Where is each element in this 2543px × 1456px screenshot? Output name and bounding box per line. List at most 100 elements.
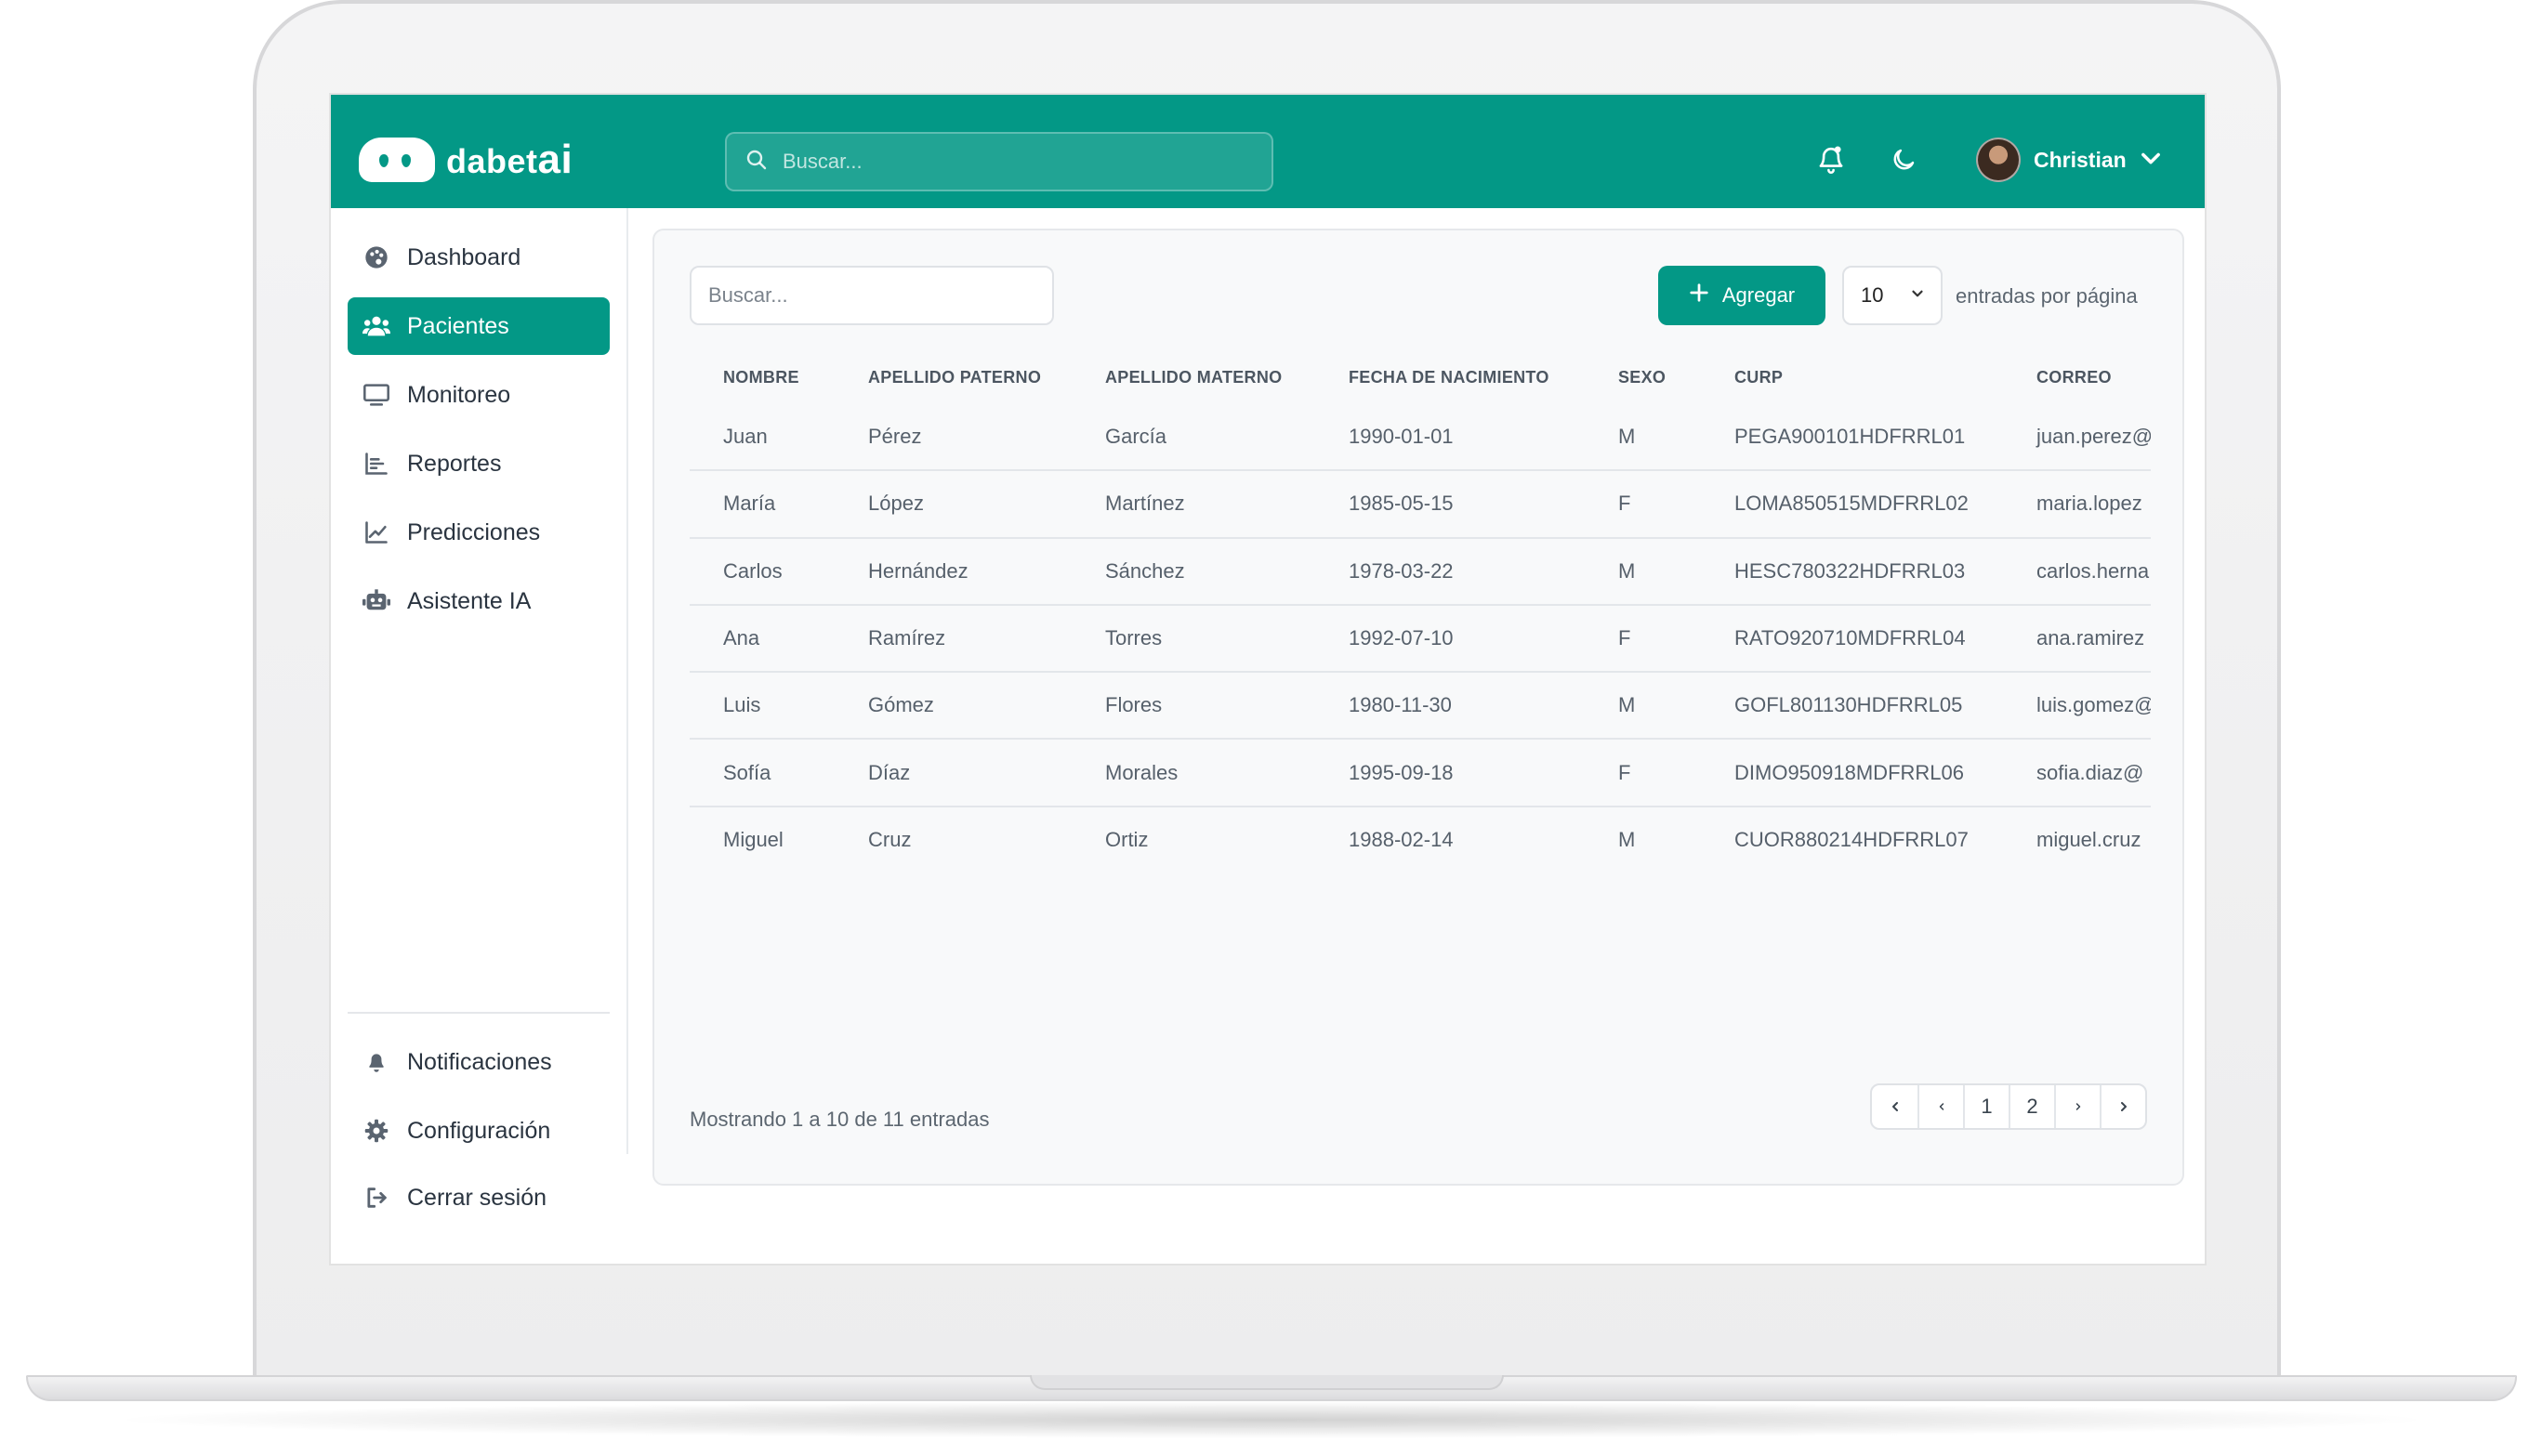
table-row[interactable]: Miguel Cruz Ortiz 1988-02-14 M CUOR880214HDFR…: [690, 805, 2151, 859]
sidebar: Dashboard Pacientes Monitoreo Reportes P…: [331, 208, 628, 1154]
robot-icon: [361, 585, 392, 617]
table-cell: miguel.cruz: [2003, 805, 2151, 859]
sidebar-item-dashboard[interactable]: Dashboard: [348, 229, 610, 286]
brand-name: dabetai: [446, 137, 573, 182]
patients-table-container: NOMBRE APELLIDO PATERNO APELLIDO MATERNO FE…: [690, 351, 2151, 859]
sidebar-item-label: Dashboard: [407, 243, 521, 270]
table-cell: 1985-05-15: [1315, 469, 1585, 538]
table-cell: F: [1585, 469, 1701, 538]
previous-page-button[interactable]: [1917, 1085, 1963, 1128]
laptop-shadow: [102, 1401, 2441, 1438]
table-cell: luis.gomez@: [2003, 671, 2151, 740]
table-cell: Sofía: [690, 738, 835, 807]
table-cell: sofia.diaz@: [2003, 738, 2151, 807]
table-cell: Miguel: [690, 805, 835, 859]
table-row[interactable]: Sofía Díaz Morales 1995-09-18 F DIMO950918MDF…: [690, 738, 2151, 807]
patients-card: Agregar 10 entradas por página NOMBREAPE…: [652, 229, 2184, 1186]
table-cell: Sánchez: [1072, 536, 1315, 605]
sidebar-item-configuracion[interactable]: Configuración: [348, 1102, 610, 1160]
sidebar-item-label: Monitoreo: [407, 381, 511, 408]
table-cell: LOMA850515MDFRRL02: [1701, 469, 2003, 538]
table-cell: Gómez: [835, 671, 1072, 740]
sidebar-item-cerrar-sesion[interactable]: Cerrar sesión: [348, 1169, 610, 1226]
column-header[interactable]: CURP: [1701, 351, 2003, 403]
table-cell: 1995-09-18: [1315, 738, 1585, 807]
table-cell: PEGA900101HDFRRL01: [1734, 424, 1966, 448]
entries-info: Mostrando 1 a 10 de 11 entradas: [690, 1108, 990, 1131]
add-patient-button[interactable]: Agregar: [1658, 266, 1825, 325]
table-cell: F: [1585, 738, 1701, 807]
table-cell: CUOR880214HDFRRL07: [1701, 805, 2003, 859]
logout-icon: [361, 1182, 392, 1213]
table-cell: Luis: [690, 671, 835, 740]
table-cell: 1980-11-30: [1315, 671, 1585, 740]
table-row[interactable]: María López Martínez 1985-05-15 F LOMA850515M…: [690, 469, 2151, 538]
next-page-button[interactable]: [2054, 1085, 2100, 1128]
per-page-label: entradas por página: [1956, 284, 2138, 308]
first-page-button[interactable]: [1872, 1085, 1917, 1128]
avatar: [1976, 138, 2021, 182]
table-search-input[interactable]: [690, 266, 1054, 325]
table-cell: M: [1585, 536, 1701, 605]
chevron-down-icon: [2138, 145, 2164, 176]
page-2-button[interactable]: 2: [2009, 1085, 2054, 1128]
sidebar-item-pacientes[interactable]: Pacientes: [348, 297, 610, 355]
table-row[interactable]: Carlos Hernández Sánchez 1978-03-22 M HESC780…: [690, 536, 2151, 605]
laptop-notch: [1030, 1375, 1504, 1390]
sidebar-item-predicciones[interactable]: Predicciones: [348, 504, 610, 561]
patients-table: NOMBRE APELLIDO PATERNO APELLIDO MATERNO FE…: [690, 351, 2151, 859]
search-icon: [745, 149, 768, 176]
user-menu[interactable]: Christian: [1976, 134, 2164, 186]
table-cell: Juan: [723, 424, 768, 448]
table-row[interactable]: Juan Pérez García 1990-01-01 M PEGA900101HDFR…: [690, 403, 2151, 470]
table-cell: 1992-07-10: [1315, 603, 1585, 673]
gear-icon: [361, 1115, 392, 1147]
sidebar-item-label: Configuración: [407, 1117, 551, 1144]
table-cell: GOFL801130HDFRRL05: [1701, 671, 2003, 740]
table-row[interactable]: Ana Ramírez Torres 1992-07-10 F RATO920710MDF…: [690, 603, 2151, 673]
column-header[interactable]: NOMBRE: [690, 351, 835, 403]
sidebar-item-notificaciones[interactable]: Notificaciones: [348, 1033, 610, 1091]
line-chart-icon: [361, 517, 392, 548]
palette-icon: [361, 242, 392, 273]
notifications-bell-icon[interactable]: [1812, 141, 1850, 178]
global-search[interactable]: [725, 132, 1273, 191]
table-header: NOMBRE APELLIDO PATERNO APELLIDO MATERNO FE…: [690, 351, 2151, 403]
table-cell: Flores: [1072, 671, 1315, 740]
app-screen: dabetai Christian Dashboard: [329, 93, 2207, 1266]
column-header[interactable]: APELLIDO PATERNO: [835, 351, 1072, 403]
sidebar-item-label: Asistente IA: [407, 587, 532, 614]
bell-icon: [361, 1046, 392, 1078]
table-row[interactable]: Luis Gómez Flores 1980-11-30 M GOFL801130HDFR…: [690, 671, 2151, 740]
last-page-button[interactable]: [2100, 1085, 2145, 1128]
table-cell: DIMO950918MDFRRL06: [1701, 738, 2003, 807]
table-cell: RATO920710MDFRRL04: [1701, 603, 2003, 673]
user-name: Christian: [2034, 147, 2127, 172]
brand-logo[interactable]: dabetai: [359, 136, 573, 184]
sidebar-item-asistente-ia[interactable]: Asistente IA: [348, 572, 610, 630]
table-body: Juan Pérez García 1990-01-01 M PEGA900101HDFR…: [690, 403, 2151, 859]
logo-mark-icon: [359, 138, 435, 182]
pagination: 1 2: [1870, 1083, 2147, 1130]
plus-icon: [1689, 282, 1709, 308]
column-header[interactable]: APELLIDO MATERNO: [1072, 351, 1315, 403]
page-1-button[interactable]: 1: [1963, 1085, 2009, 1128]
sidebar-divider: [348, 1012, 610, 1014]
table-cell: Hernández: [835, 536, 1072, 605]
global-search-input[interactable]: [783, 150, 1229, 174]
table-cell: Martínez: [1072, 469, 1315, 538]
table-cell: María: [690, 469, 835, 538]
column-header[interactable]: CORREO: [2003, 351, 2151, 403]
column-header[interactable]: SEXO: [1585, 351, 1701, 403]
chevron-down-icon: [1909, 283, 1926, 308]
sidebar-item-monitoreo[interactable]: Monitoreo: [348, 366, 610, 424]
monitor-icon: [361, 379, 392, 411]
sidebar-item-reportes[interactable]: Reportes: [348, 435, 610, 492]
table-cell: HESC780322HDFRRL03: [1701, 536, 2003, 605]
table-cell: Carlos: [690, 536, 835, 605]
table-cell: M: [1585, 671, 1701, 740]
sidebar-item-label: Reportes: [407, 450, 502, 477]
column-header[interactable]: FECHA DE NACIMIENTO: [1315, 351, 1585, 403]
per-page-select[interactable]: 10: [1842, 266, 1943, 325]
dark-mode-moon-icon[interactable]: [1885, 141, 1922, 178]
